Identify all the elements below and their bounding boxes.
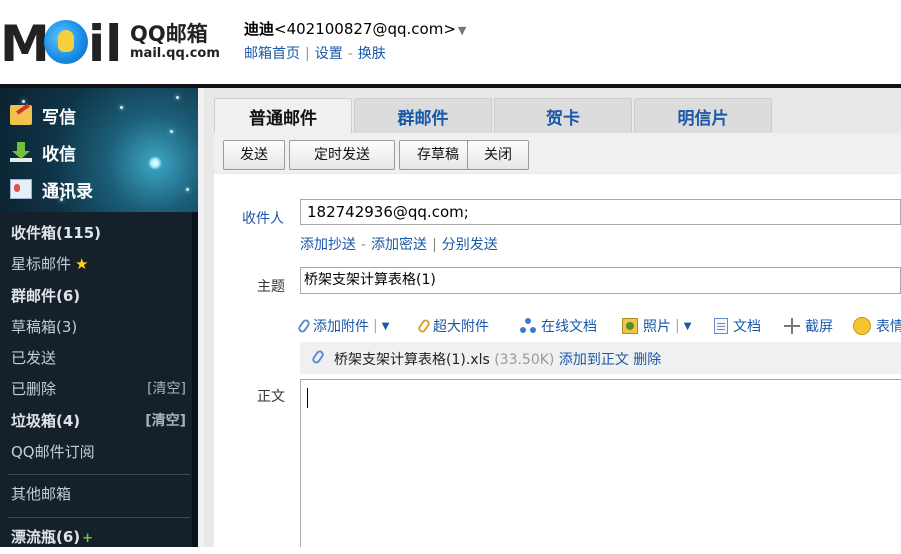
logo-letter-m: M [0,15,50,73]
logo-penguin-icon [44,20,88,64]
receive-mail-button[interactable]: 收信 [10,137,76,167]
close-button[interactable]: 关闭 [467,140,529,170]
compose-button[interactable]: 写信 [10,100,76,130]
compose-icon [10,105,32,125]
attachment-item: 桥架支架计算表格(1).xls (33.50K) 添加到正文 删除 [300,342,901,374]
subject-input[interactable]: 桥架支架计算表格(1) [300,267,901,294]
online-docs-button[interactable]: 在线文档 [520,314,597,338]
add-cc-link[interactable]: 添加抄送 [300,237,356,253]
account-dropdown-icon[interactable]: ▼ [458,24,466,37]
tab-greeting-card[interactable]: 贺卡 [494,98,632,135]
attachment-filename: 桥架支架计算表格(1).xls [334,352,490,368]
large-attachment-button[interactable]: 超大附件 [416,314,489,338]
emoji-button[interactable]: 表情 [853,314,901,338]
qq-mail-logo[interactable]: M il QQ邮箱 mail.qq.com [0,14,230,70]
document-icon [714,318,728,334]
screenshot-crosshair-icon [784,318,800,334]
user-name: 迪迪 [244,20,275,38]
tab-normal-mail[interactable]: 普通邮件 [214,98,352,136]
logo-chinese-text: QQ邮箱 [130,22,208,46]
save-draft-button[interactable]: 存草稿 [399,140,477,170]
header: M il QQ邮箱 mail.qq.com 迪迪<402100827@qq.co… [0,0,901,84]
folder-group-mail[interactable]: 群邮件(6) [0,281,198,312]
user-account[interactable]: 迪迪<402100827@qq.com> ▼ [244,18,466,39]
delete-attachment-link[interactable]: 删除 [633,352,661,368]
empty-spam-link[interactable]: [清空] [145,406,186,437]
star-icon: ★ [75,255,89,274]
logo-letters-il: il [88,15,123,73]
send-button[interactable]: 发送 [223,140,285,170]
inbox-download-icon [10,142,32,162]
body-label: 正文 [257,389,285,405]
photo-button[interactable]: 照片 | ▼ [622,314,691,338]
text-cursor [307,388,308,408]
subject-label: 主题 [257,279,285,295]
attachment-size: (33.50K) [494,352,555,368]
scheduled-send-button[interactable]: 定时发送 [289,140,395,170]
recipient-input[interactable]: 182742936@qq.com; [300,199,901,225]
folder-drafts[interactable]: 草稿箱(3) [0,312,198,343]
recipient-label[interactable]: 收件人 [242,208,284,228]
message-body-editor[interactable] [300,379,901,547]
sidebar-divider [8,474,190,476]
large-attachment-icon [416,317,432,335]
attachment-paperclip-icon [310,348,326,366]
tab-group-mail[interactable]: 群邮件 [354,98,492,135]
add-attachment-button[interactable]: 添加附件 | ▼ [296,314,390,338]
user-email: <402100827@qq.com> [274,20,456,38]
add-to-body-link[interactable]: 添加到正文 [559,352,629,368]
top-links: 邮箱首页 | 设置 - 换肤 [244,46,386,62]
quick-actions-panel: 写信 收信 通讯录 [0,88,198,212]
mail-home-link[interactable]: 邮箱首页 [244,46,300,62]
folder-starred[interactable]: 星标邮件 ★ [0,249,198,280]
folder-list: 收件箱(115) 星标邮件 ★ 群邮件(6) 草稿箱(3) 已发送 已删除 [清空]… [0,218,198,553]
settings-link[interactable]: 设置 [315,46,343,62]
logo-domain-text: mail.qq.com [130,46,220,61]
folder-drift-bottle[interactable]: 漂流瓶(6) + [0,522,198,553]
recipient-options: 添加抄送 - 添加密送 | 分别发送 [300,237,498,253]
chevron-down-icon[interactable]: ▼ [382,321,390,332]
compose-panel: 普通邮件 群邮件 贺卡 明信片 发送 定时发送 存草稿 关闭 收件人 18274… [204,88,901,547]
folder-spam[interactable]: 垃圾箱(4) [清空] [0,406,198,437]
folder-deleted[interactable]: 已删除 [清空] [0,374,198,405]
tab-postcard[interactable]: 明信片 [634,98,772,135]
chevron-down-icon[interactable]: ▼ [684,321,692,332]
compose-form: 收件人 182742936@qq.com; 添加抄送 - 添加密送 | 分别发送 主题 … [214,174,901,547]
folder-sent[interactable]: 已发送 [0,343,198,374]
send-separately-link[interactable]: 分别发送 [442,237,498,253]
sidebar-divider [8,516,190,518]
empty-deleted-link[interactable]: [清空] [147,374,186,405]
add-bcc-link[interactable]: 添加密送 [371,237,427,253]
compose-toolbar: 发送 定时发送 存草稿 关闭 [214,133,901,173]
document-button[interactable]: 文档 [714,314,761,338]
photo-icon [622,318,638,334]
screenshot-button[interactable]: 截屏 [784,314,833,338]
share-nodes-icon [520,318,536,334]
contacts-button[interactable]: 通讯录 [10,174,93,204]
folder-subscriptions[interactable]: QQ邮件订阅 [0,437,198,468]
folder-other-mailboxes[interactable]: 其他邮箱 [0,479,198,510]
folder-inbox[interactable]: 收件箱(115) [0,218,198,249]
new-indicator-icon: + [82,530,94,546]
change-skin-link[interactable]: 换肤 [358,46,386,62]
sidebar: 写信 收信 通讯录 收件箱(115) 星标邮件 ★ 群邮件(6) 草稿箱(3) 已… [0,88,198,547]
contacts-icon [10,179,32,199]
paperclip-icon [296,317,312,335]
smiley-icon [853,317,871,335]
